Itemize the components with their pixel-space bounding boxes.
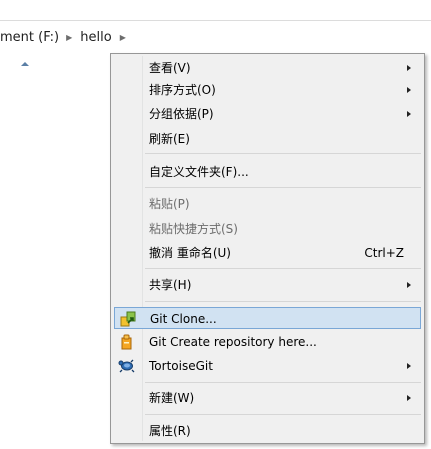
menu-item-label: 粘贴(P) xyxy=(149,197,190,211)
menu-item-label: 排序方式(O) xyxy=(149,83,216,97)
menu-item-label: 共享(H) xyxy=(149,278,192,292)
address-bar-border xyxy=(0,20,431,21)
menu-separator xyxy=(145,153,421,154)
submenu-arrow-icon xyxy=(407,87,411,93)
menu-item-share[interactable]: 共享(H) xyxy=(114,274,421,296)
menu-item-git-create-repository[interactable]: Git Create repository here... xyxy=(114,331,421,353)
menu-item-properties[interactable]: 属性(R) xyxy=(114,420,421,442)
menu-item-label: 新建(W) xyxy=(149,391,195,405)
submenu-arrow-icon xyxy=(407,363,411,369)
submenu-arrow-icon xyxy=(407,111,411,117)
menu-item-label: 分组依据(P) xyxy=(149,107,214,121)
menu-item-label: Git Create repository here... xyxy=(149,335,317,349)
submenu-arrow-icon xyxy=(407,395,411,401)
menu-item-shortcut: Ctrl+Z xyxy=(364,246,404,260)
menu-item-label: 粘贴快捷方式(S) xyxy=(149,222,238,236)
git-create-repository-icon xyxy=(121,334,132,350)
breadcrumb-chevron-icon[interactable]: ▶ xyxy=(66,33,72,42)
submenu-arrow-icon xyxy=(407,282,411,288)
menu-item-tortoisegit[interactable]: TortoiseGit xyxy=(114,355,421,377)
menu-item-group-by[interactable]: 分组依据(P) xyxy=(114,103,421,125)
menu-item-label: 自定义文件夹(F)... xyxy=(149,165,249,179)
menu-item-label: 属性(R) xyxy=(149,424,191,438)
menu-item-paste[interactable]: 粘贴(P) xyxy=(114,193,421,215)
breadcrumb-folder[interactable]: hello xyxy=(80,30,111,45)
menu-item-sort-by[interactable]: 排序方式(O) xyxy=(114,79,421,101)
menu-separator xyxy=(145,301,421,302)
git-clone-icon xyxy=(120,311,136,327)
menu-separator xyxy=(145,382,421,383)
menu-item-new[interactable]: 新建(W) xyxy=(114,387,421,409)
menu-item-label: 查看(V) xyxy=(149,61,191,75)
sort-up-icon[interactable] xyxy=(21,62,29,66)
context-menu: 查看(V) 排序方式(O) 分组依据(P) 刷新(E) 自定义文件夹(F)...… xyxy=(110,53,425,444)
menu-item-refresh[interactable]: 刷新(E) xyxy=(114,128,421,150)
menu-item-label: TortoiseGit xyxy=(149,359,213,373)
submenu-arrow-icon xyxy=(407,65,411,71)
menu-item-label: 刷新(E) xyxy=(149,132,190,146)
menu-separator xyxy=(145,268,421,269)
menu-item-view[interactable]: 查看(V) xyxy=(114,57,421,79)
menu-item-label: 撤消 重命名(U) xyxy=(149,246,231,260)
breadcrumb: ment (F:) ▶ hello ▶ xyxy=(0,27,134,47)
menu-item-label: Git Clone... xyxy=(150,312,217,326)
tortoisegit-icon xyxy=(118,359,135,373)
menu-item-undo-rename[interactable]: 撤消 重命名(U) Ctrl+Z xyxy=(114,242,421,264)
breadcrumb-chevron-icon[interactable]: ▶ xyxy=(120,33,126,42)
menu-item-git-clone[interactable]: Git Clone... xyxy=(114,307,421,329)
menu-item-paste-shortcut[interactable]: 粘贴快捷方式(S) xyxy=(114,218,421,240)
breadcrumb-drive[interactable]: ment (F:) xyxy=(0,30,59,45)
menu-item-customize-folder[interactable]: 自定义文件夹(F)... xyxy=(114,161,421,183)
menu-separator xyxy=(145,414,421,415)
menu-separator xyxy=(145,187,421,188)
